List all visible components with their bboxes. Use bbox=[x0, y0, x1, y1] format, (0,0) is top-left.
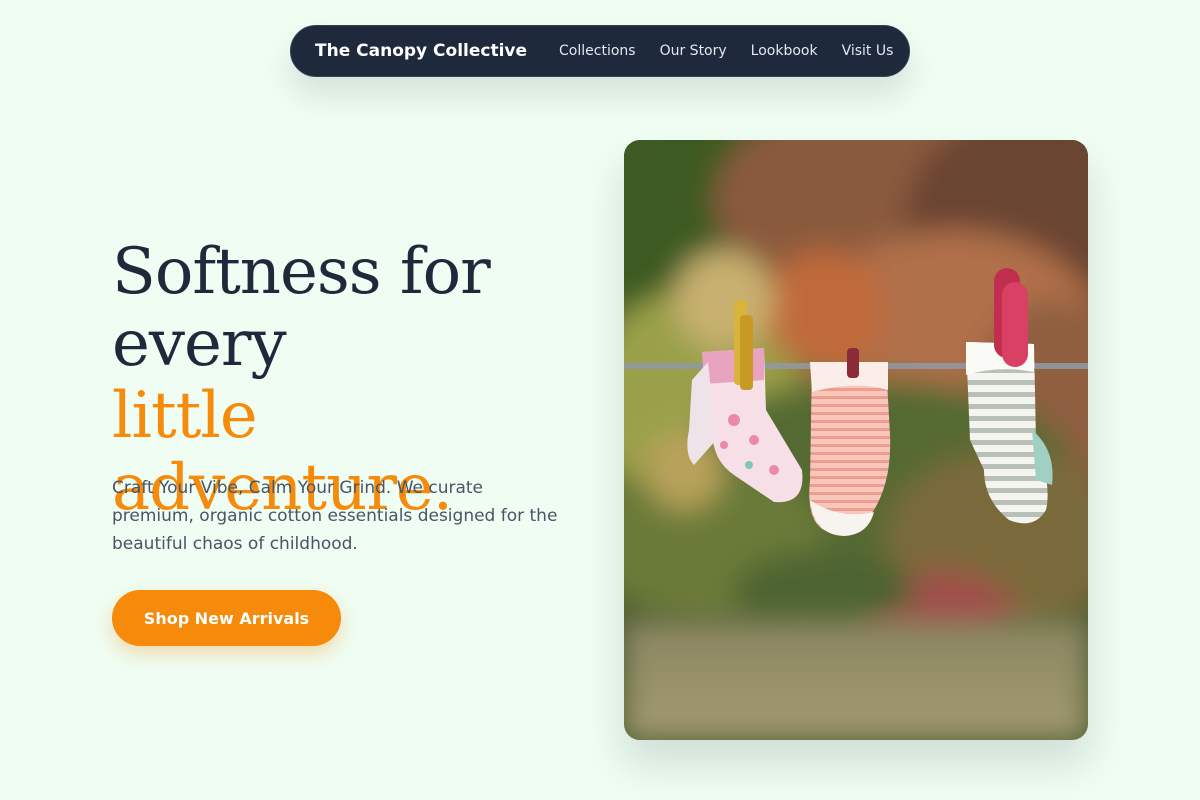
shop-new-arrivals-button[interactable]: Shop New Arrivals bbox=[112, 590, 341, 646]
socks-on-clothesline-image bbox=[624, 140, 1088, 740]
top-nav: The Canopy Collective Collections Our St… bbox=[290, 25, 910, 77]
nav-link-our-story[interactable]: Our Story bbox=[660, 43, 727, 59]
hero-title-line-2: every bbox=[112, 307, 287, 381]
nav-link-visit-us[interactable]: Visit Us bbox=[842, 43, 894, 59]
hero-title-line-1: Softness for bbox=[112, 235, 491, 309]
brand-logo[interactable]: The Canopy Collective bbox=[315, 41, 527, 61]
hero-subtitle: Craft Your Vibe, Calm Your Grind. We cur… bbox=[112, 478, 558, 554]
nav-link-lookbook[interactable]: Lookbook bbox=[751, 43, 818, 59]
hero-photo bbox=[624, 140, 1088, 740]
nav-link-collections[interactable]: Collections bbox=[559, 43, 636, 59]
